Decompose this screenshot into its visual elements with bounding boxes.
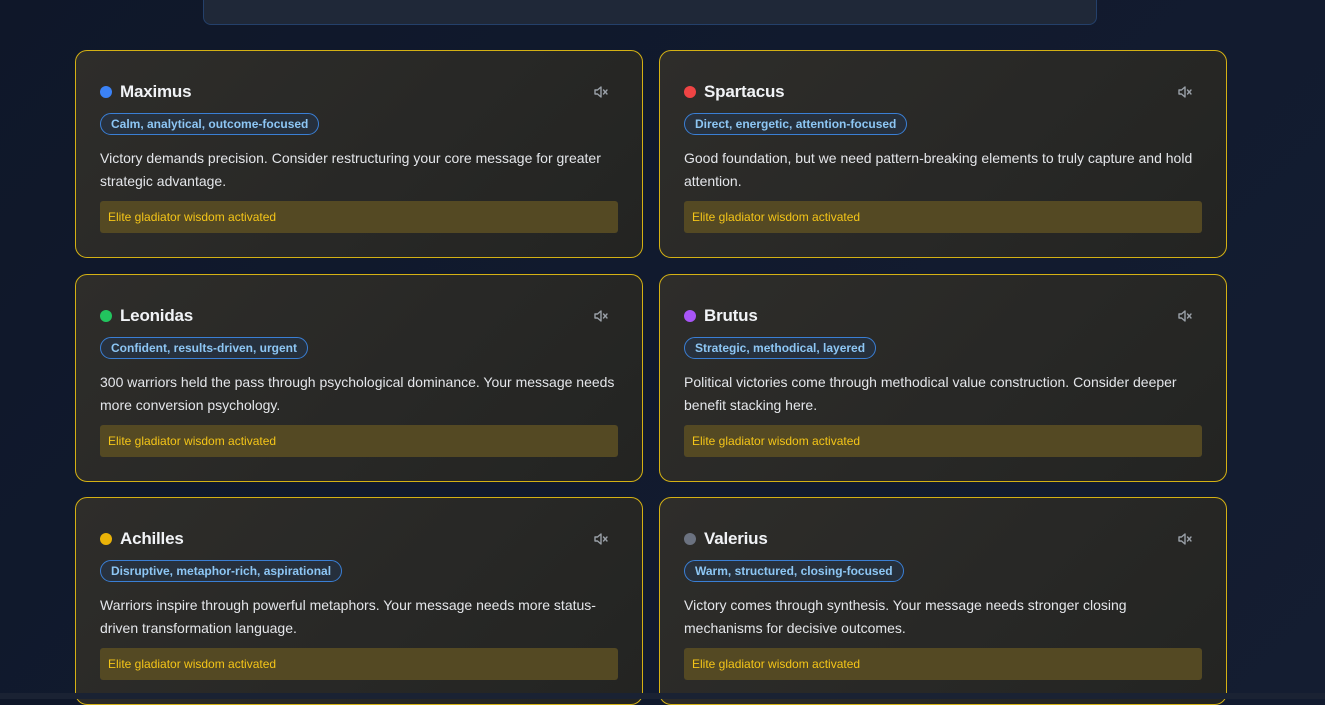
gladiator-name: Spartacus — [704, 82, 785, 101]
gladiator-card-maximus: Maximus Calm, analytical, outcome-focuse… — [75, 50, 643, 258]
wisdom-status: Elite gladiator wisdom activated — [684, 425, 1202, 457]
speaker-muted-icon[interactable] — [1176, 530, 1194, 548]
card-header: Spartacus — [684, 81, 1202, 103]
gladiator-message: Victory demands precision. Consider rest… — [100, 150, 601, 189]
gladiator-message: Victory comes through synthesis. Your me… — [684, 597, 1127, 636]
speaker-muted-icon[interactable] — [1176, 307, 1194, 325]
personality-tag: Calm, analytical, outcome-focused — [100, 113, 320, 135]
gladiator-card-leonidas: Leonidas Confident, results-driven, urge… — [75, 274, 643, 482]
gladiator-card-valerius: Valerius Warm, structured, closing-focus… — [659, 497, 1227, 705]
card-header: Achilles — [100, 528, 618, 550]
speaker-muted-icon[interactable] — [592, 83, 610, 101]
gladiator-name: Valerius — [704, 529, 768, 548]
wisdom-status: Elite gladiator wisdom activated — [100, 425, 618, 457]
status-dot — [684, 86, 696, 98]
gladiator-message: Warriors inspire through powerful metaph… — [100, 597, 596, 636]
personality-tag: Disruptive, metaphor-rich, aspirational — [100, 560, 343, 582]
personality-tag: Warm, structured, closing-focused — [684, 560, 904, 582]
speaker-muted-icon[interactable] — [592, 307, 610, 325]
status-dot — [100, 533, 112, 545]
status-dot — [684, 310, 696, 322]
status-dot — [684, 533, 696, 545]
gladiator-name: Achilles — [120, 529, 184, 548]
gladiator-card-brutus: Brutus Strategic, methodical, layered Po… — [659, 274, 1227, 482]
gladiator-name: Brutus — [704, 306, 758, 325]
gladiator-message: Political victories come through methodi… — [684, 374, 1177, 413]
gladiator-message: 300 warriors held the pass through psych… — [100, 374, 615, 413]
gladiator-name: Maximus — [120, 82, 192, 101]
gladiator-message: Good foundation, but we need pattern-bre… — [684, 150, 1193, 189]
wisdom-status: Elite gladiator wisdom activated — [100, 201, 618, 233]
speaker-muted-icon[interactable] — [592, 530, 610, 548]
status-dot — [100, 86, 112, 98]
card-header: Leonidas — [100, 305, 618, 327]
card-header: Maximus — [100, 81, 618, 103]
gladiator-card-achilles: Achilles Disruptive, metaphor-rich, aspi… — [75, 497, 643, 705]
speaker-muted-icon[interactable] — [1176, 83, 1194, 101]
wisdom-status: Elite gladiator wisdom activated — [684, 648, 1202, 680]
gladiator-name: Leonidas — [120, 306, 194, 325]
bottom-bar — [0, 693, 1325, 699]
card-header: Brutus — [684, 305, 1202, 327]
wisdom-status: Elite gladiator wisdom activated — [100, 648, 618, 680]
input-panel — [203, 0, 1097, 25]
personality-tag: Confident, results-driven, urgent — [100, 337, 309, 359]
personality-tag: Strategic, methodical, layered — [684, 337, 877, 359]
gladiator-card-spartacus: Spartacus Direct, energetic, attention-f… — [659, 50, 1227, 258]
personality-tag: Direct, energetic, attention-focused — [684, 113, 908, 135]
status-dot — [100, 310, 112, 322]
wisdom-status: Elite gladiator wisdom activated — [684, 201, 1202, 233]
card-header: Valerius — [684, 528, 1202, 550]
